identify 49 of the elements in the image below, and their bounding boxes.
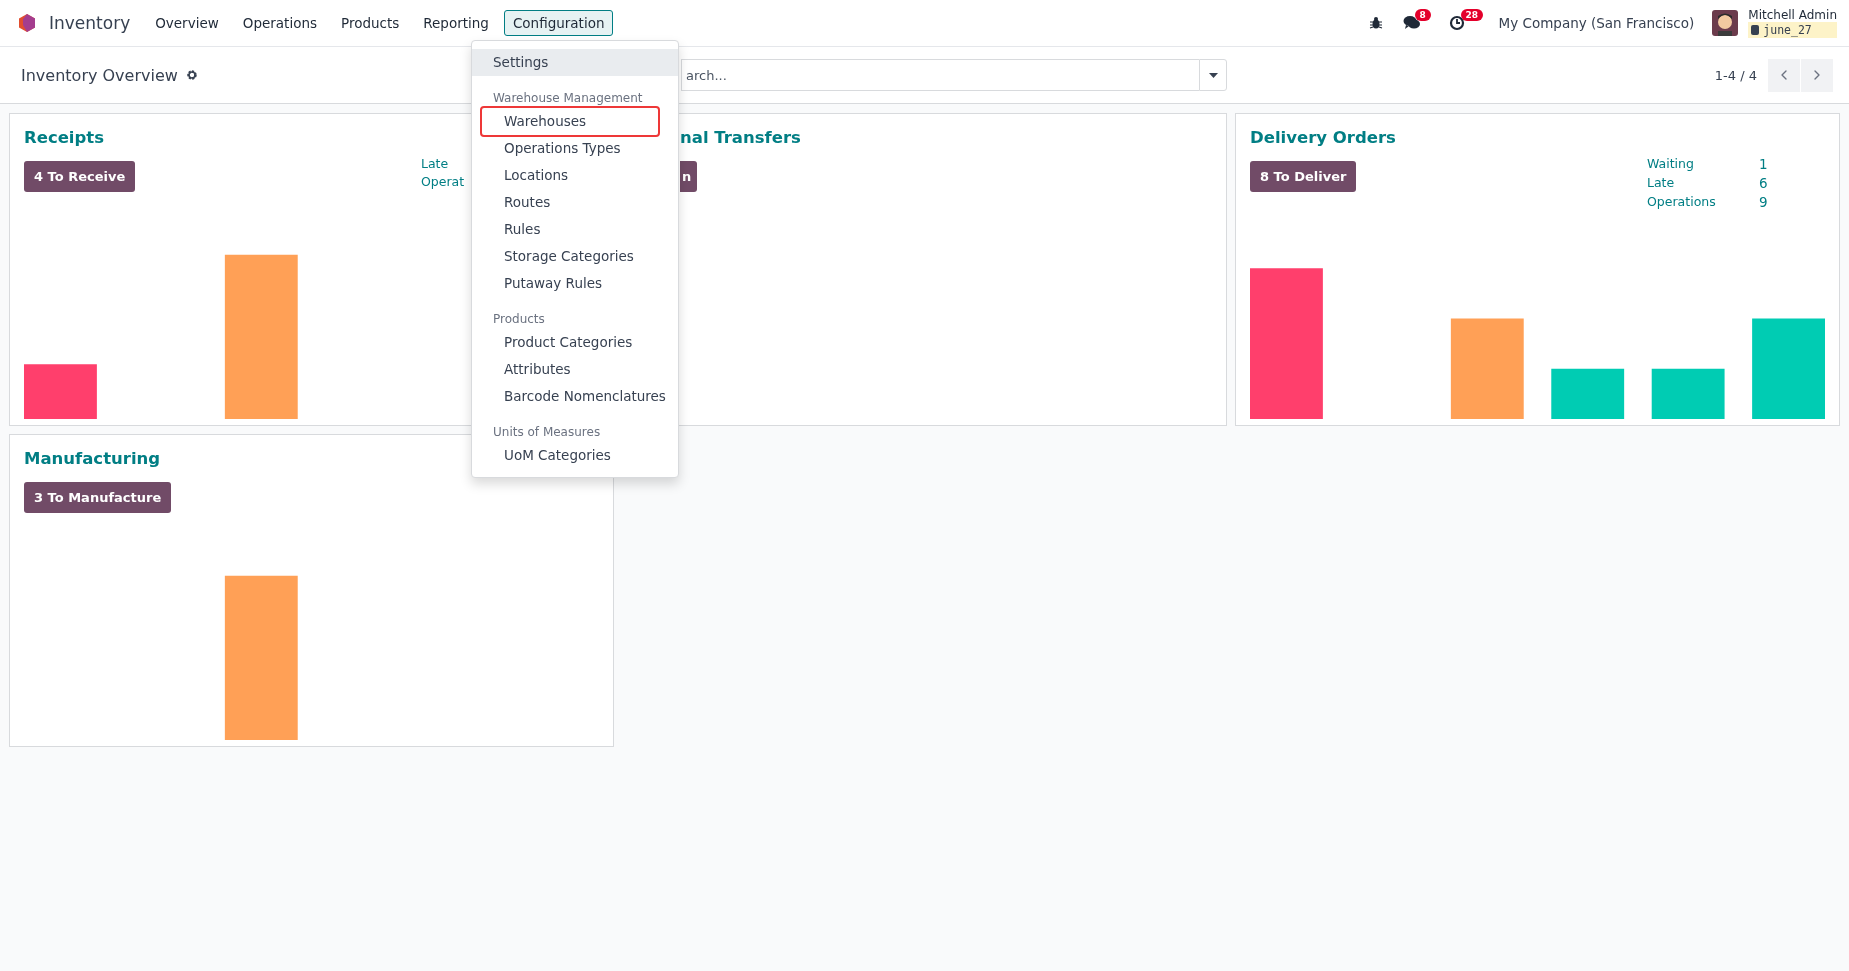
avatar-icon[interactable] [1712,10,1739,36]
menu-item[interactable]: Settings [472,49,678,76]
menu-item[interactable]: Attributes [472,356,678,383]
page-title: Inventory Overview [21,65,178,85]
menu-tab[interactable]: Configuration [503,10,614,36]
action-button[interactable]: 4 To Receive [24,161,136,192]
database-icon [1751,25,1760,35]
database-name-text: june_27 [1763,23,1812,37]
menu-tab[interactable]: Reporting [414,10,498,36]
company-name[interactable]: My Company (San Francisco) [1498,15,1695,31]
menu-item[interactable]: Barcode Nomenclatures [472,383,678,410]
app-name[interactable]: Inventory [49,13,131,33]
user-name[interactable]: Mitchell Admin [1748,8,1837,22]
action-button[interactable]: 3 To Manufacture [24,482,172,513]
menu-section-heading: Products [492,311,546,328]
menu-item[interactable]: Operations Types [472,135,678,162]
menu-section-heading: Units of Measures [492,424,602,441]
stat-label[interactable]: Operations [1647,194,1759,210]
action-button[interactable]: n [680,161,698,192]
message-count-badge: 8 [1414,9,1431,21]
menu-item[interactable]: Routes [472,189,678,216]
card-title[interactable]: nal Transfers [680,128,1212,147]
menu-item[interactable]: Putaway Rules [472,270,678,297]
chat-icon [1402,15,1421,31]
stat-value[interactable]: 1 [1759,156,1825,172]
menu-tab[interactable]: Operations [233,10,326,36]
menu-tab[interactable]: Products [332,10,409,36]
activity-count-badge: 28 [1460,9,1484,21]
caret-icon [1208,72,1218,78]
search-options-button[interactable] [1199,59,1227,91]
search-field[interactable]: arch... [681,59,1199,91]
menu-item[interactable]: Rules [472,216,678,243]
card-title[interactable]: Delivery Orders [1250,128,1825,147]
menu-item[interactable]: UoM Categories [472,442,678,469]
menu-section-heading: Warehouse Management [492,90,644,107]
stat-label[interactable]: Waiting [1647,156,1759,172]
menu-item[interactable]: Storage Categories [472,243,678,270]
menu-item[interactable]: Locations [472,162,678,189]
menu-item[interactable]: Warehouses [482,108,658,135]
stat-value[interactable]: 9 [1759,194,1825,210]
stat-value[interactable]: 6 [1759,175,1825,191]
menu-tab[interactable]: Overview [146,10,228,36]
pager-value[interactable]: 1-4 / 4 [1714,67,1757,83]
stat-label[interactable]: Late [1647,175,1759,191]
action-button[interactable]: 8 To Deliver [1250,161,1357,192]
app-logo-icon [17,13,37,33]
clock-icon [1448,15,1465,31]
menu-item[interactable]: Product Categories [472,329,678,356]
settings-icon[interactable] [185,69,198,81]
